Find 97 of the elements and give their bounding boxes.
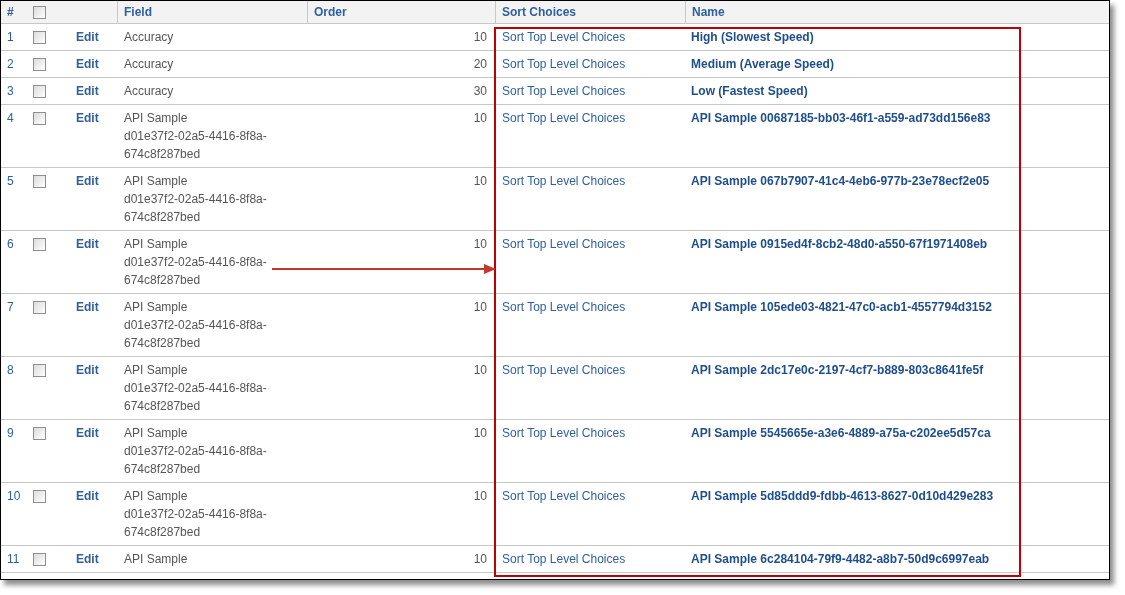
order-value: 10 [473,425,487,442]
edit-link[interactable]: Edit [76,111,99,125]
order-value: 10 [473,551,487,568]
name-text: Low (Fastest Speed) [691,84,808,98]
name-text: API Sample 00687185-bb03-46f1-a559-ad73dd156e83 [691,111,991,125]
field-text: 674c8f287bed [124,524,202,541]
field-text: d01e37f2-02a5-4416-8f8a- [124,254,268,271]
field-text: API Sample [124,110,189,127]
field-text: Accuracy [124,83,175,100]
row-number[interactable]: 6 [1,235,26,253]
order-value: 10 [473,173,487,190]
checkbox[interactable] [33,85,46,98]
row-number[interactable]: 3 [1,82,26,100]
row-number[interactable]: 9 [1,424,26,442]
checkbox[interactable] [33,427,46,440]
row-number[interactable]: 8 [1,361,26,379]
sort-choices-link[interactable]: Sort Top Level Choices [502,552,626,566]
edit-link[interactable]: Edit [76,300,99,314]
sort-choices-link[interactable]: Sort Top Level Choices [502,237,626,251]
row-number[interactable]: 1 [1,28,26,46]
column-header[interactable]: Field [118,1,308,23]
order-value: 10 [473,236,487,253]
column-header[interactable]: # [1,3,26,21]
name-text: API Sample 6c284104-79f9-4482-a8b7-50d9c6997eab [691,552,990,566]
checkbox[interactable] [33,553,46,566]
checkbox[interactable] [33,112,46,125]
field-text: 674c8f287bed [124,461,202,478]
row-number[interactable]: 7 [1,298,26,316]
edit-link[interactable]: Edit [76,489,99,503]
sort-choices-link[interactable]: Sort Top Level Choices [502,426,626,440]
checkbox[interactable] [33,238,46,251]
order-value: 10 [473,29,487,46]
checkbox[interactable] [33,175,46,188]
sort-choices-link[interactable]: Sort Top Level Choices [502,111,626,125]
edit-link[interactable]: Edit [76,30,99,44]
field-text: d01e37f2-02a5-4416-8f8a- [124,380,268,397]
checkbox[interactable] [33,364,46,377]
order-value: 10 [473,299,487,316]
checkbox[interactable] [33,5,46,19]
row-number[interactable]: 11 [1,550,26,568]
sort-choices-link[interactable]: Sort Top Level Choices [502,363,626,377]
name-text: API Sample 5d85ddd9-fdbb-4613-8627-0d10d429e283 [691,489,994,503]
edit-link[interactable]: Edit [76,84,99,98]
edit-link[interactable]: Edit [76,237,99,251]
edit-link[interactable]: Edit [76,552,99,566]
column-header[interactable]: Sort Choices [496,1,686,23]
field-text: Accuracy [124,56,175,73]
row-number[interactable]: 5 [1,172,26,190]
edit-link[interactable]: Edit [76,426,99,440]
row-number[interactable]: 2 [1,55,26,73]
row-number[interactable]: 4 [1,109,26,127]
checkbox[interactable] [33,490,46,503]
edit-link[interactable]: Edit [76,174,99,188]
edit-link[interactable]: Edit [76,57,99,71]
field-text: API Sample [124,362,189,379]
sort-choices-link[interactable]: Sort Top Level Choices [502,84,626,98]
order-value: 10 [473,362,487,379]
field-text: 674c8f287bed [124,398,202,415]
field-text: Accuracy [124,29,175,46]
field-text: 674c8f287bed [124,272,202,289]
name-text: API Sample 067b7907-41c4-4eb6-977b-23e78ecf2e05 [691,174,990,188]
field-text: API Sample [124,551,189,568]
field-text: API Sample [124,425,189,442]
name-text: API Sample 5545665e-a3e6-4889-a75a-c202ee5d57ca [691,426,991,440]
checkbox[interactable] [33,58,46,71]
sort-choices-link[interactable]: Sort Top Level Choices [502,174,626,188]
field-text: d01e37f2-02a5-4416-8f8a- [124,443,268,460]
name-text: API Sample 105ede03-4821-47c0-acb1-4557794d3152 [691,300,992,314]
column-header[interactable]: Name [686,1,1109,23]
field-text: d01e37f2-02a5-4416-8f8a- [124,317,268,334]
order-value: 10 [473,488,487,505]
order-value: 10 [473,110,487,127]
checkbox[interactable] [33,301,46,314]
sort-choices-link[interactable]: Sort Top Level Choices [502,30,626,44]
order-value: 20 [473,56,487,73]
field-text: API Sample [124,236,189,253]
name-text: API Sample 2dc17e0c-2197-4cf7-b889-803c8641fe5f [691,363,984,377]
field-text: API Sample [124,488,189,505]
sort-choices-link[interactable]: Sort Top Level Choices [502,300,626,314]
field-text: d01e37f2-02a5-4416-8f8a- [124,128,268,145]
field-text: API Sample [124,299,189,316]
field-text: 674c8f287bed [124,209,202,226]
name-text: API Sample 0915ed4f-8cb2-48d0-a550-67f1971408eb [691,237,988,251]
checkbox[interactable] [33,31,46,44]
sort-choices-link[interactable]: Sort Top Level Choices [502,489,626,503]
edit-link[interactable]: Edit [76,363,99,377]
order-value: 30 [473,83,487,100]
row-number[interactable]: 10 [1,487,26,505]
name-text: High (Slowest Speed) [691,30,814,44]
field-text: 674c8f287bed [124,146,202,163]
field-text: API Sample [124,173,189,190]
sort-choices-link[interactable]: Sort Top Level Choices [502,57,626,71]
column-header[interactable]: Order [308,1,496,23]
field-text: d01e37f2-02a5-4416-8f8a- [124,506,268,523]
name-text: Medium (Average Speed) [691,57,834,71]
field-text: 674c8f287bed [124,335,202,352]
field-text: d01e37f2-02a5-4416-8f8a- [124,191,268,208]
